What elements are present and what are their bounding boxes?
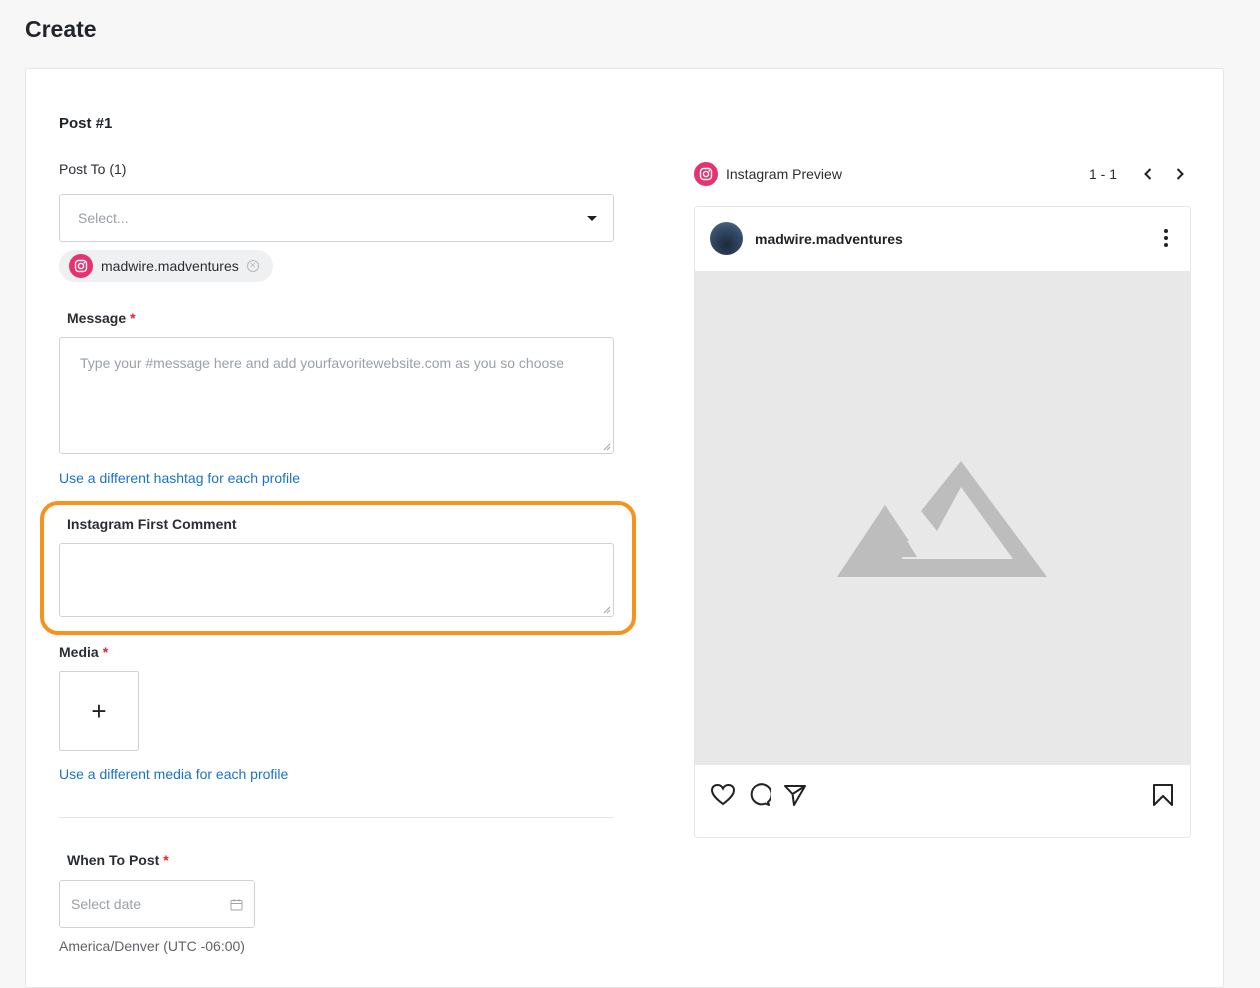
resize-handle-icon[interactable]	[603, 606, 611, 614]
message-placeholder: Type your #message here and add yourfavo…	[80, 355, 565, 371]
caret-down-icon	[587, 216, 597, 221]
calendar-icon	[230, 899, 243, 911]
different-media-link[interactable]: Use a different media for each profile	[59, 766, 288, 782]
preview-pager: 1 - 1	[1088, 166, 1117, 182]
preview-action-bar	[695, 777, 1190, 813]
section-divider	[59, 817, 614, 818]
selected-profile-name: madwire.madventures	[101, 258, 239, 274]
chevron-right-icon[interactable]	[1175, 167, 1185, 181]
chevron-left-icon[interactable]	[1143, 167, 1153, 181]
first-comment-label: Instagram First Comment	[67, 516, 237, 532]
required-marker: *	[130, 310, 136, 326]
preview-image-placeholder	[695, 271, 1190, 765]
image-placeholder-icon	[837, 461, 1047, 577]
post-to-label: Post To (1)	[59, 161, 127, 177]
plus-icon: +	[91, 695, 107, 726]
date-picker-input[interactable]: Select date	[59, 880, 255, 928]
when-to-post-label: When To Post *	[67, 852, 169, 868]
message-label-text: Message	[67, 310, 127, 326]
preview-header: Instagram Preview 1 - 1	[694, 162, 1191, 186]
resize-handle-icon[interactable]	[603, 443, 611, 451]
heart-icon[interactable]	[710, 783, 736, 807]
page-title: Create	[25, 16, 97, 42]
preview-username: madwire.madventures	[755, 231, 903, 247]
media-label-text: Media	[59, 644, 99, 660]
create-post-card: Post #1 Post To (1) Select... madwire.ma…	[25, 68, 1224, 988]
when-label-text: When To Post	[67, 852, 160, 868]
more-vertical-icon[interactable]	[1164, 229, 1168, 247]
add-media-button[interactable]: +	[59, 671, 139, 751]
date-placeholder: Select date	[71, 896, 142, 912]
post-title: Post #1	[59, 115, 113, 132]
required-marker: *	[102, 644, 109, 660]
comment-icon[interactable]	[747, 783, 771, 807]
message-label: Message *	[67, 310, 136, 326]
preview-title: Instagram Preview	[726, 166, 842, 182]
message-input[interactable]: Type your #message here and add yourfavo…	[59, 337, 614, 454]
preview-post-header: madwire.madventures	[695, 207, 1190, 271]
instagram-icon	[694, 162, 718, 186]
instagram-preview-card: madwire.madventures	[694, 206, 1191, 838]
close-circle-icon[interactable]: ✕	[246, 260, 259, 272]
profile-select[interactable]: Select...	[59, 194, 614, 242]
instagram-icon	[69, 254, 93, 278]
bookmark-icon[interactable]	[1152, 783, 1174, 807]
send-icon[interactable]	[783, 783, 807, 807]
timezone-label: America/Denver (UTC -06:00)	[59, 938, 245, 954]
selected-profile-chip: madwire.madventures ✕	[59, 250, 273, 282]
profile-select-placeholder: Select...	[78, 210, 129, 226]
media-label: Media *	[59, 644, 108, 660]
required-marker: *	[163, 852, 169, 868]
different-hashtag-link[interactable]: Use a different hashtag for each profile	[59, 470, 300, 486]
first-comment-input[interactable]	[59, 543, 614, 617]
avatar	[710, 222, 743, 255]
